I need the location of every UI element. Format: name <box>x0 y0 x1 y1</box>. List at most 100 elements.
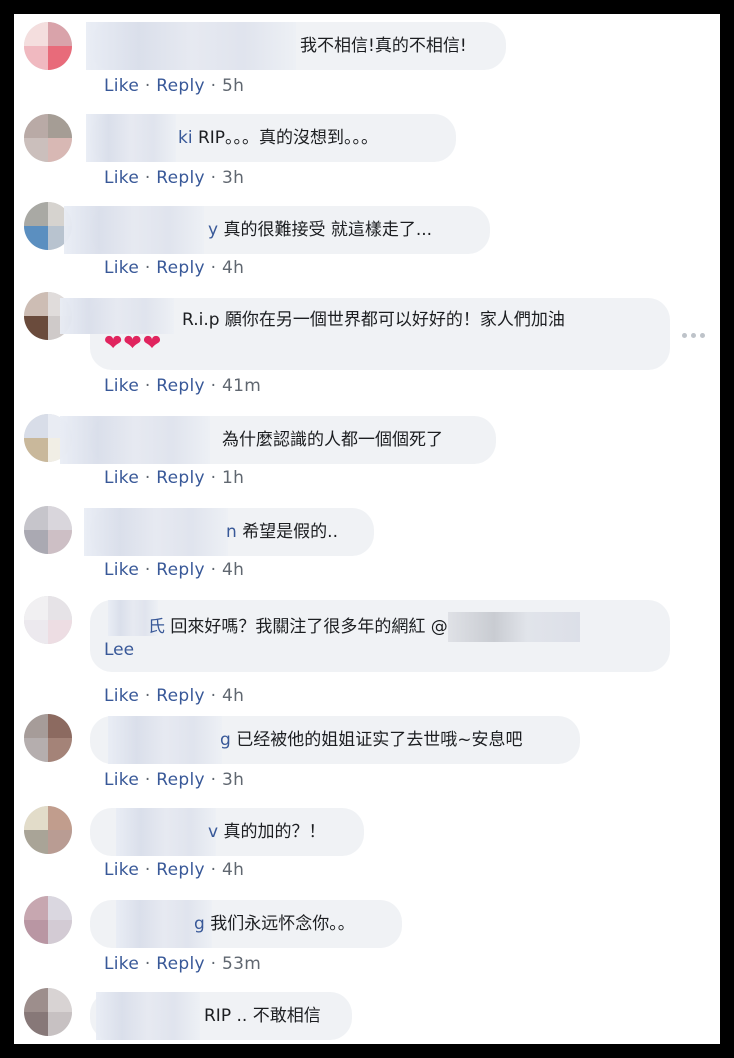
comment-bubble: g 已经被他的姐姐证实了去世哦~安息吧 <box>90 716 580 764</box>
comment-actions: Like · Reply · 3h <box>104 770 244 790</box>
comment-bubble: RIP .. 不敢相信 <box>90 992 352 1040</box>
separator: · <box>144 168 151 188</box>
author-name[interactable] <box>108 716 222 764</box>
like-link[interactable]: Like <box>104 860 139 880</box>
reply-link[interactable]: Reply <box>156 258 205 278</box>
author-name[interactable] <box>86 22 296 70</box>
author-name-tail[interactable]: g <box>220 730 231 750</box>
author-name-tail[interactable]: 氏 <box>148 617 165 637</box>
comment-actions: Like · Reply · 4h <box>104 860 244 880</box>
comment-text: 我不相信!真的不相信! <box>300 36 467 56</box>
comment-text: 已经被他的姐姐证实了去世哦~安息吧 <box>236 730 523 750</box>
like-link[interactable]: Like <box>104 686 139 706</box>
mention-link[interactable] <box>447 612 580 642</box>
author-name[interactable] <box>60 298 174 334</box>
separator: · <box>144 686 151 706</box>
mention-name-tail[interactable]: Lee <box>104 638 134 662</box>
timestamp[interactable]: 1h <box>222 468 244 488</box>
author-name-tail[interactable]: g <box>194 914 205 934</box>
author-name-tail[interactable]: ki <box>178 128 193 148</box>
comment-text: 為什麼認識的人都一個個死了 <box>222 430 443 450</box>
like-link[interactable]: Like <box>104 468 139 488</box>
reply-link[interactable]: Reply <box>156 686 205 706</box>
reply-link[interactable]: Reply <box>156 168 205 188</box>
author-name[interactable] <box>60 416 210 464</box>
separator: · <box>144 560 151 580</box>
comment-bubble: 我不相信!真的不相信! <box>86 22 506 70</box>
separator: · <box>144 954 151 974</box>
reply-link[interactable]: Reply <box>156 954 205 974</box>
comment-text: R.i.p 願你在另一個世界都可以好好的！家人們加油 <box>182 310 565 330</box>
comment-text: 我们永远怀念你。。 <box>210 914 355 934</box>
comment-bubble: n 希望是假的.. <box>84 508 374 556</box>
separator: · <box>144 76 151 96</box>
separator: · <box>144 770 151 790</box>
like-link[interactable]: Like <box>104 954 139 974</box>
author-name[interactable] <box>64 206 204 254</box>
comment-actions: Like · Reply · 4h <box>104 258 244 278</box>
like-link[interactable]: Like <box>104 168 139 188</box>
avatar[interactable] <box>24 596 72 644</box>
author-name[interactable] <box>86 114 176 162</box>
comment-actions: Like · Reply · 53m <box>104 954 261 974</box>
comment-bubble: R.i.p 願你在另一個世界都可以好好的！家人們加油 ❤❤❤ <box>60 298 670 370</box>
avatar[interactable] <box>24 506 72 554</box>
comment-bubble: 為什麼認識的人都一個個死了 <box>60 416 496 464</box>
like-link[interactable]: Like <box>104 76 139 96</box>
comment-text: 真的很難接受 就這樣走了... <box>223 220 433 240</box>
separator: · <box>144 376 151 396</box>
separator: · <box>144 468 151 488</box>
timestamp[interactable]: 41m <box>222 376 261 396</box>
timestamp[interactable]: 3h <box>222 770 244 790</box>
reply-link[interactable]: Reply <box>156 560 205 580</box>
like-link[interactable]: Like <box>104 258 139 278</box>
reply-link[interactable]: Reply <box>156 376 205 396</box>
reply-link[interactable]: Reply <box>156 860 205 880</box>
comment-text: RIP。。。真的沒想到。。。 <box>197 128 379 148</box>
reply-link[interactable]: Reply <box>156 770 205 790</box>
comment-bubble: v 真的加的？！ <box>90 808 364 856</box>
comment-bubble: y 真的很難接受 就這樣走了... <box>64 206 490 254</box>
timestamp[interactable]: 4h <box>222 258 244 278</box>
reply-link[interactable]: Reply <box>156 468 205 488</box>
timestamp[interactable]: 5h <box>222 76 244 96</box>
comment-actions: Like · Reply · 4h <box>104 686 244 706</box>
comment-actions: Like · Reply · 5h <box>104 76 244 96</box>
avatar[interactable] <box>24 114 72 162</box>
timestamp[interactable]: 4h <box>222 560 244 580</box>
more-options-icon[interactable] <box>682 328 710 342</box>
author-name-tail[interactable]: v <box>208 822 218 842</box>
separator: · <box>210 560 217 580</box>
reply-link[interactable]: Reply <box>156 76 205 96</box>
comment-text: 真的加的？！ <box>223 822 326 842</box>
separator: · <box>210 376 217 396</box>
separator: · <box>210 468 217 488</box>
author-name[interactable] <box>84 508 228 556</box>
timestamp[interactable]: 3h <box>222 168 244 188</box>
comment-text: RIP .. 不敢相信 <box>204 1006 321 1026</box>
like-link[interactable]: Like <box>104 376 139 396</box>
timestamp[interactable]: 53m <box>222 954 261 974</box>
author-name[interactable] <box>96 992 200 1040</box>
separator: · <box>210 770 217 790</box>
author-name-tail[interactable]: n <box>226 522 237 542</box>
separator: · <box>210 168 217 188</box>
like-link[interactable]: Like <box>104 560 139 580</box>
timestamp[interactable]: 4h <box>222 860 244 880</box>
avatar[interactable] <box>24 896 72 944</box>
avatar[interactable] <box>24 806 72 854</box>
separator: · <box>210 686 217 706</box>
separator: · <box>210 954 217 974</box>
comment-bubble: ki RIP。。。真的沒想到。。。 <box>86 114 456 162</box>
comment-text: 回來好嗎？我關注了很多年的網紅 @ <box>170 617 448 637</box>
avatar[interactable] <box>24 714 72 762</box>
author-name[interactable] <box>116 808 216 856</box>
like-link[interactable]: Like <box>104 770 139 790</box>
timestamp[interactable]: 4h <box>222 686 244 706</box>
heart-icon: ❤❤❤ <box>104 331 163 356</box>
comment-actions: Like · Reply · 1h <box>104 468 244 488</box>
comment-actions: Like · Reply · 4h <box>104 560 244 580</box>
avatar[interactable] <box>24 988 72 1036</box>
avatar[interactable] <box>24 22 72 70</box>
author-name-tail[interactable]: y <box>208 220 218 240</box>
